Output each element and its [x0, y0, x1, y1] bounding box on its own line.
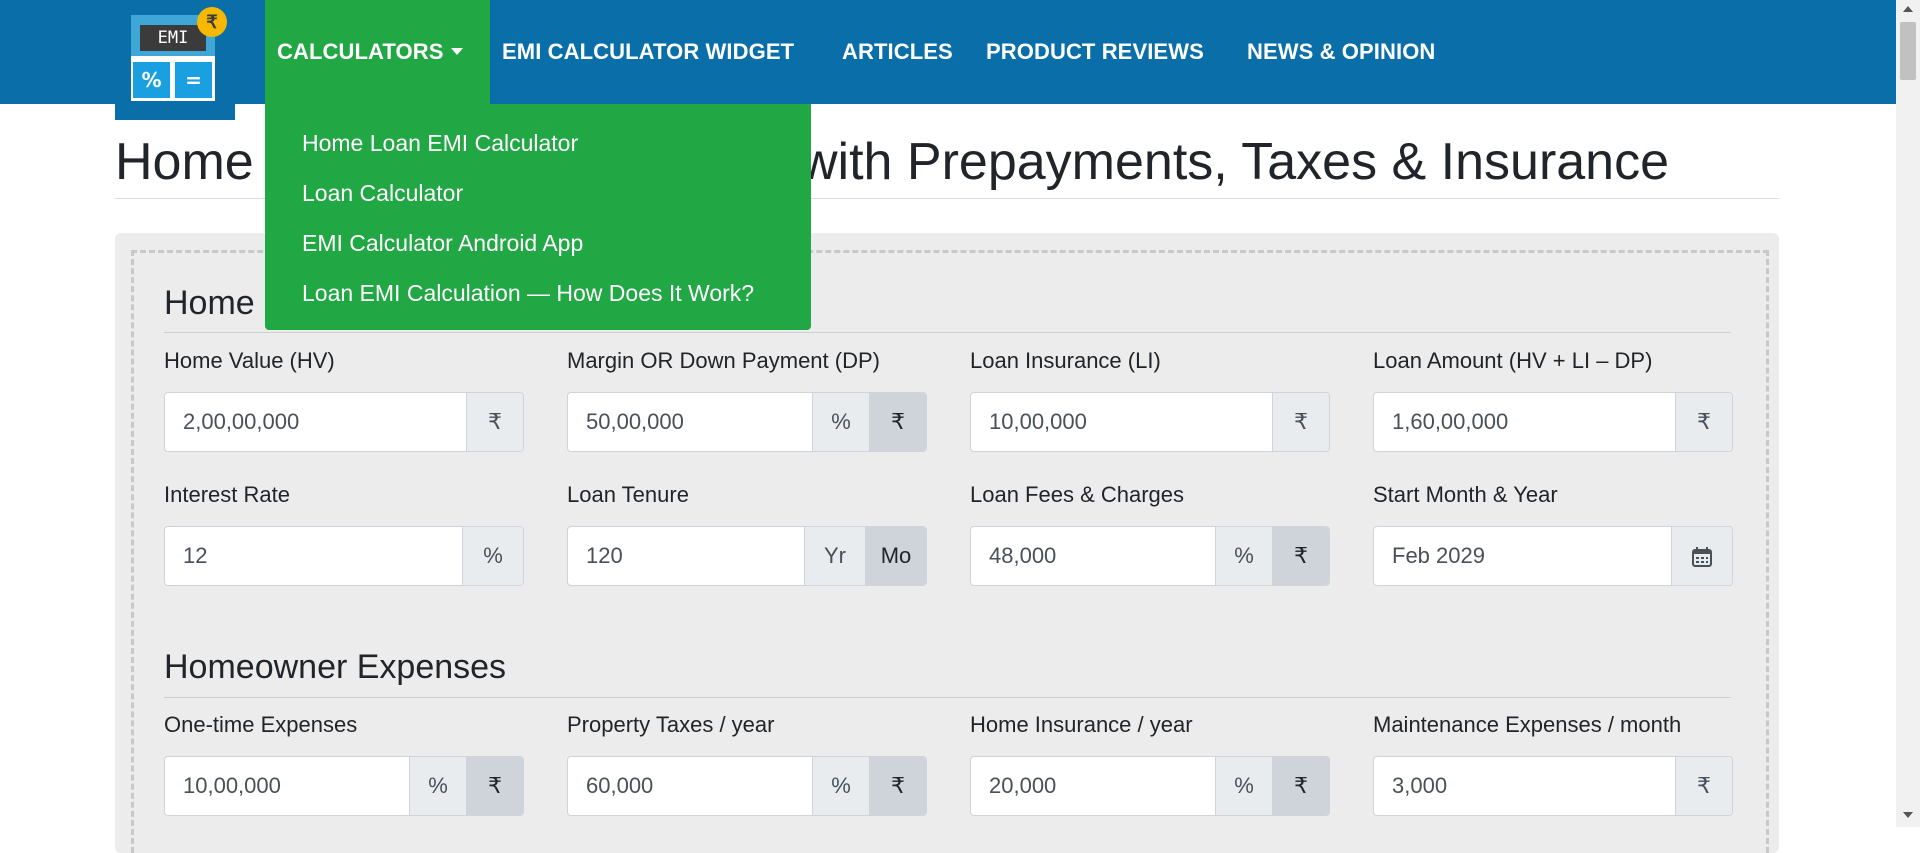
- scroll-down-arrow-icon[interactable]: [1903, 812, 1913, 818]
- rupee-toggle[interactable]: ₹: [1272, 527, 1329, 585]
- rupee-addon: ₹: [1675, 757, 1732, 815]
- page-title-left: Home: [115, 133, 254, 191]
- rupee-toggle[interactable]: ₹: [869, 393, 926, 451]
- calendar-icon: [1692, 547, 1712, 568]
- section-home-rule: [164, 332, 1731, 333]
- home-value-label: Home Value (HV): [164, 348, 335, 373]
- property-taxes-group: 60,000 % ₹: [567, 756, 927, 816]
- caret-down-icon: [450, 47, 463, 55]
- one-time-expenses-label: One-time Expenses: [164, 712, 358, 737]
- rupee-addon: ₹: [1272, 393, 1329, 451]
- nav-emi-widget[interactable]: EMI CALCULATOR WIDGET: [502, 0, 794, 104]
- rupee-toggle[interactable]: ₹: [1272, 757, 1329, 815]
- loan-insurance-input[interactable]: 10,00,000: [971, 393, 1272, 451]
- dropdown-item-android-app[interactable]: EMI Calculator Android App: [302, 230, 583, 257]
- loan-fees-input[interactable]: 48,000: [971, 527, 1215, 585]
- scrollbar-thumb[interactable]: [1900, 22, 1916, 80]
- property-taxes-label: Property Taxes / year: [567, 712, 775, 737]
- section-home-title: Home: [164, 284, 255, 322]
- home-insurance-input[interactable]: 20,000: [971, 757, 1215, 815]
- nav-product-reviews[interactable]: PRODUCT REVIEWS: [986, 0, 1204, 104]
- loan-tenure-input[interactable]: 120: [568, 527, 804, 585]
- loan-amount-label: Loan Amount (HV + LI – DP): [1373, 348, 1653, 373]
- nav-calculators-label: CALCULATORS: [277, 39, 444, 64]
- logo-equals-key: =: [175, 62, 212, 98]
- page-scrollbar[interactable]: [1896, 0, 1920, 827]
- interest-rate-label: Interest Rate: [164, 482, 290, 507]
- start-month-input[interactable]: Feb 2029: [1374, 527, 1671, 585]
- property-taxes-input[interactable]: 60,000: [568, 757, 812, 815]
- home-insurance-group: 20,000 % ₹: [970, 756, 1330, 816]
- rupee-addon: ₹: [466, 393, 523, 451]
- loan-tenure-label: Loan Tenure: [567, 482, 689, 507]
- loan-fees-group: 48,000 % ₹: [970, 526, 1330, 586]
- dropdown-item-how-it-works[interactable]: Loan EMI Calculation — How Does It Work?: [302, 280, 754, 307]
- maintenance-expenses-input[interactable]: 3,000: [1374, 757, 1675, 815]
- loan-fees-label: Loan Fees & Charges: [970, 482, 1185, 507]
- one-time-expenses-input[interactable]: 10,00,000: [165, 757, 409, 815]
- home-value-group: 2,00,00,000 ₹: [164, 392, 524, 452]
- page-title-right: with Prepayments, Taxes & Insurance: [800, 133, 1670, 191]
- nav-articles[interactable]: ARTICLES: [842, 0, 953, 104]
- maintenance-expenses-group: 3,000 ₹: [1373, 756, 1733, 816]
- start-month-label: Start Month & Year: [1373, 482, 1558, 507]
- section-expenses-rule: [164, 697, 1731, 698]
- interest-rate-input[interactable]: 12: [165, 527, 462, 585]
- logo-display-text: EMI: [140, 25, 206, 51]
- loan-tenure-group: 120 Yr Mo: [567, 526, 927, 586]
- down-payment-group: 50,00,000 % ₹: [567, 392, 927, 452]
- one-time-expenses-group: 10,00,000 % ₹: [164, 756, 524, 816]
- home-value-input[interactable]: 2,00,00,000: [165, 393, 466, 451]
- dropdown-item-loan-calculator[interactable]: Loan Calculator: [302, 180, 463, 207]
- loan-insurance-label: Loan Insurance (LI): [970, 348, 1161, 373]
- start-month-group: Feb 2029: [1373, 526, 1733, 586]
- down-payment-input[interactable]: 50,00,000: [568, 393, 812, 451]
- percent-toggle[interactable]: %: [812, 757, 869, 815]
- down-payment-label: Margin OR Down Payment (DP): [567, 348, 880, 373]
- section-expenses-title: Homeowner Expenses: [164, 648, 507, 686]
- nav-news-opinion[interactable]: NEWS & OPINION: [1247, 0, 1435, 104]
- years-toggle[interactable]: Yr: [804, 527, 865, 585]
- calculators-dropdown-menu: Home Loan EMI Calculator Loan Calculator…: [265, 104, 811, 330]
- calendar-button[interactable]: [1671, 527, 1732, 585]
- percent-addon: %: [462, 527, 523, 585]
- nav-calculators[interactable]: CALCULATORS: [265, 0, 490, 104]
- percent-toggle[interactable]: %: [1215, 757, 1272, 815]
- rupee-addon: ₹: [1675, 393, 1732, 451]
- percent-toggle[interactable]: %: [409, 757, 466, 815]
- months-toggle[interactable]: Mo: [865, 527, 926, 585]
- rupee-toggle[interactable]: ₹: [869, 757, 926, 815]
- maintenance-expenses-label: Maintenance Expenses / month: [1373, 712, 1682, 737]
- rupee-badge-icon: ₹: [197, 7, 227, 37]
- interest-rate-group: 12 %: [164, 526, 524, 586]
- percent-toggle[interactable]: %: [812, 393, 869, 451]
- loan-insurance-group: 10,00,000 ₹: [970, 392, 1330, 452]
- home-insurance-label: Home Insurance / year: [970, 712, 1193, 737]
- dropdown-item-home-loan-emi[interactable]: Home Loan EMI Calculator: [302, 130, 578, 157]
- logo-percent-key: %: [133, 62, 170, 98]
- logo-base: [115, 108, 235, 120]
- loan-amount-input[interactable]: 1,60,00,000: [1374, 393, 1675, 451]
- percent-toggle[interactable]: %: [1215, 527, 1272, 585]
- scroll-up-arrow-icon[interactable]: [1903, 6, 1913, 12]
- rupee-toggle[interactable]: ₹: [466, 757, 523, 815]
- loan-amount-group: 1,60,00,000 ₹: [1373, 392, 1733, 452]
